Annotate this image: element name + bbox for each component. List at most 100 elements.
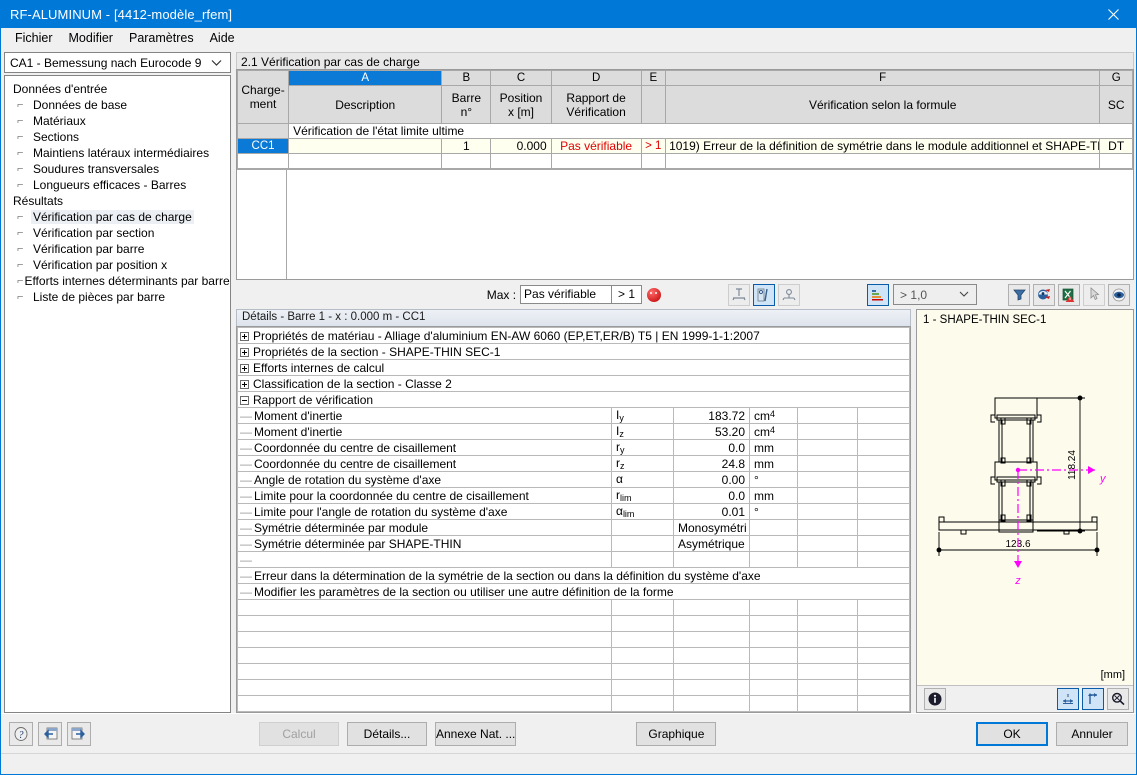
color-bar-icon[interactable] <box>867 283 890 306</box>
close-icon[interactable] <box>1090 1 1136 28</box>
calcul-button[interactable]: Calcul <box>259 721 339 746</box>
cell-position[interactable]: 0.000 <box>490 138 552 154</box>
info-icon[interactable] <box>924 688 947 710</box>
expand-plus-icon[interactable] <box>240 331 249 341</box>
cell-chargement[interactable]: CC1 <box>236 138 290 154</box>
section-view-icon[interactable] <box>778 283 801 306</box>
column-letter-c[interactable]: C <box>490 70 552 86</box>
details-section-rapport[interactable]: Rapport de vérification <box>237 391 911 408</box>
column-letter-b[interactable]: B <box>441 70 492 86</box>
empty-cell <box>749 599 798 616</box>
tree-connector-icon: ⌐ <box>17 291 23 303</box>
row-dash-icon: — <box>240 408 252 423</box>
annuler-button[interactable]: Annuler <box>1056 721 1128 746</box>
tree-item-longueurs-efficaces[interactable]: ⌐ Longueurs efficaces - Barres <box>5 177 230 193</box>
cell-rapport[interactable]: Pas vérifiable <box>550 138 642 154</box>
cell-description[interactable] <box>288 138 443 154</box>
empty-cell <box>1099 153 1134 169</box>
annexe-nationale-button[interactable]: Annexe Nat. ... <box>435 721 517 746</box>
column-letter-g[interactable]: G <box>1099 70 1134 86</box>
section-preview-canvas[interactable]: 1 - SHAPE-THIN SEC-1 118.24 123.6 y z [m… <box>917 310 1134 685</box>
design-case-combobox[interactable]: CA1 - Bemessung nach Eurocode 9 <box>4 52 231 73</box>
export-excel-icon[interactable] <box>1058 283 1081 306</box>
tree-item-verification-par-section[interactable]: ⌐ Vérification par section <box>5 225 230 241</box>
row-dash-icon: — <box>240 584 252 599</box>
table-row[interactable]: CC1 1 0.000 Pas vérifiable > 1 1019) Err… <box>236 138 1134 154</box>
ok-button[interactable]: OK <box>976 721 1048 746</box>
details-section-row[interactable]: Efforts internes de calcul <box>237 359 911 376</box>
tree-item-verification-par-barre[interactable]: ⌐ Vérification par barre <box>5 241 230 257</box>
cell-rapport-flag[interactable]: > 1 <box>640 138 667 154</box>
cell-barre[interactable]: 1 <box>441 138 492 154</box>
max-value-field: Pas vérifiable <box>520 285 613 305</box>
previous-module-icon[interactable] <box>38 721 62 746</box>
details-row-label-cell: — Moment d'inertie <box>237 407 612 424</box>
details-section-efforts[interactable]: Efforts internes de calcul <box>237 359 911 376</box>
help-icon[interactable]: ? <box>9 721 33 746</box>
next-module-icon[interactable] <box>67 721 91 746</box>
details-row: — Symétrie déterminée par module Monosymé… <box>237 519 911 536</box>
axis-system <box>1014 466 1096 568</box>
details-spacer-cell <box>797 551 858 568</box>
result-diagram-icon[interactable] <box>753 283 776 306</box>
color-bar-glyph <box>872 289 884 301</box>
printout-report-icon[interactable] <box>1033 283 1056 306</box>
axis-system-icon[interactable] <box>1082 688 1105 710</box>
menu-modifier[interactable]: Modifier <box>61 29 121 49</box>
tree-item-donnees-entree[interactable]: Données d'entrée <box>5 81 230 97</box>
graphique-button[interactable]: Graphique <box>636 721 717 746</box>
dimension-lines-icon[interactable]: x <box>1057 688 1080 710</box>
tree-item-verification-par-position-x[interactable]: ⌐ Vérification par position x <box>5 257 230 273</box>
relations-view-icon[interactable] <box>728 283 751 306</box>
empty-cell <box>611 663 674 680</box>
column-letter-e[interactable]: E <box>640 70 667 86</box>
details-section-row[interactable]: Propriétés de matériau - Alliage d'alumi… <box>237 327 911 344</box>
menu-aide[interactable]: Aide <box>202 29 243 49</box>
sad-face-icon <box>647 287 662 302</box>
select-pointer-icon[interactable] <box>1083 283 1106 306</box>
details-row-extra1 <box>797 407 858 424</box>
cell-sc[interactable]: DT <box>1099 138 1134 154</box>
expand-plus-icon[interactable] <box>240 379 249 389</box>
details-section-label: Propriétés de la section - SHAPE-THIN SE… <box>253 344 501 359</box>
expand-plus-icon[interactable] <box>240 347 249 357</box>
tree-item-efforts-internes[interactable]: ⌐ Efforts internes déterminants par barr… <box>5 273 230 289</box>
results-table-container: Charge- ment A B C D E F G Description B… <box>236 69 1135 281</box>
details-row-extra2 <box>856 535 911 552</box>
collapse-minus-icon[interactable] <box>240 395 249 405</box>
menu-fichier[interactable]: Fichier <box>7 29 61 49</box>
expand-plus-icon[interactable] <box>240 363 249 373</box>
row-dash-icon: — <box>240 472 252 487</box>
table-header-row: Description Barre n° Position x [m] Rapp… <box>238 85 1134 124</box>
pointer-glyph <box>1090 287 1100 301</box>
tree-item-liste-de-pieces[interactable]: ⌐ Liste de pièces par barre <box>5 289 230 305</box>
tree-item-resultats[interactable]: Résultats <box>5 193 230 209</box>
details-message-text: Modifier les paramètres de la section ou… <box>254 584 674 599</box>
details-section-materiau[interactable]: Propriétés de matériau - Alliage d'alumi… <box>237 327 911 344</box>
details-section-row[interactable]: Classification de la section - Classe 2 <box>237 375 911 392</box>
details-section-row[interactable]: Rapport de vérification <box>237 391 911 408</box>
table-empty-row[interactable] <box>236 153 1134 169</box>
empty-cell <box>856 647 911 664</box>
details-button[interactable]: Détails... <box>347 721 427 746</box>
empty-cell <box>797 679 858 696</box>
details-section-label: Classification de la section - Classe 2 <box>253 376 452 391</box>
filter-icon[interactable] <box>1008 283 1031 306</box>
column-letter-d[interactable]: D <box>550 70 642 86</box>
tree-item-maintiens-lateraux[interactable]: ⌐ Maintiens latéraux intermédiaires <box>5 145 230 161</box>
column-letter-a[interactable]: A <box>288 70 443 86</box>
tree-item-verification-par-cas-de-charge[interactable]: ⌐ Vérification par cas de charge <box>5 209 230 225</box>
column-letter-f[interactable]: F <box>665 70 1101 86</box>
ratio-filter-combobox[interactable]: > 1,0 <box>893 284 978 306</box>
details-section-row[interactable]: Propriétés de la section - SHAPE-THIN SE… <box>237 343 911 360</box>
menu-parametres[interactable]: Paramètres <box>121 29 202 49</box>
cell-formule[interactable]: 1019) Erreur de la définition de symétri… <box>665 138 1101 154</box>
view-eye-icon[interactable] <box>1108 283 1131 306</box>
details-section-section[interactable]: Propriétés de la section - SHAPE-THIN SE… <box>237 343 911 360</box>
zoom-reset-icon[interactable] <box>1107 688 1130 710</box>
tree-item-materiaux[interactable]: ⌐ Matériaux <box>5 113 230 129</box>
tree-item-donnees-de-base[interactable]: ⌐ Données de base <box>5 97 230 113</box>
tree-item-sections[interactable]: ⌐ Sections <box>5 129 230 145</box>
details-section-classification[interactable]: Classification de la section - Classe 2 <box>237 375 911 392</box>
tree-item-soudures-transversales[interactable]: ⌐ Soudures transversales <box>5 161 230 177</box>
